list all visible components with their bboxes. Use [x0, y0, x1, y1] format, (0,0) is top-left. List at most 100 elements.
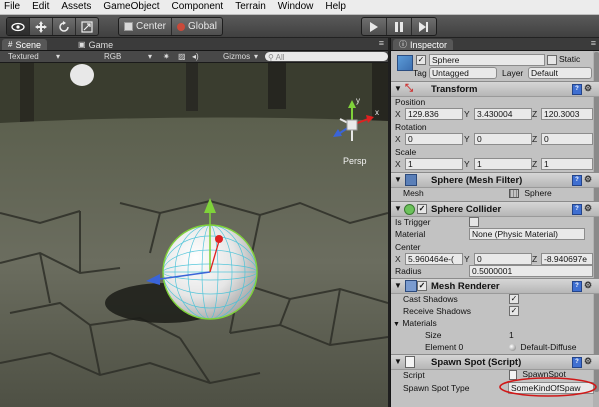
gear-icon[interactable]: ⚙ [584, 203, 592, 214]
mesh-value-field[interactable]: Sphere [509, 188, 552, 199]
physic-material-field[interactable]: None (Physic Material) [469, 228, 585, 240]
transform-tools [6, 17, 99, 36]
script-label: Script [403, 370, 425, 380]
transform-title: Transform [431, 84, 478, 95]
object-active-checkbox[interactable]: ✓ [416, 55, 426, 65]
panel-menu-icon[interactable]: ≡ [591, 38, 596, 48]
color-mode-dropdown[interactable]: RGB [104, 51, 121, 62]
transform-header[interactable]: ▼ ⤡ Transform ? ⚙ [391, 81, 599, 97]
gear-icon[interactable]: ⚙ [584, 174, 592, 185]
static-checkbox[interactable] [547, 55, 557, 65]
materials-foldout[interactable]: ▼ Materials [393, 318, 437, 328]
material-sphere-icon [509, 344, 516, 352]
x-axis-handle[interactable] [215, 235, 223, 243]
collider-icon [404, 204, 415, 215]
position-y-field[interactable]: 3.430004 [474, 108, 532, 120]
gizmos-dropdown[interactable]: Gizmos [223, 51, 250, 62]
spawn-spot-type-label: Spawn Spot Type [403, 383, 470, 393]
hierarchy-search-input[interactable]: ⚲ All [265, 52, 388, 62]
rotation-z-field[interactable]: 0 [541, 133, 593, 145]
help-book-icon[interactable]: ? [572, 175, 582, 186]
foldout-arrow-icon: ▼ [394, 175, 402, 184]
center-y-field[interactable]: 0 [474, 253, 532, 265]
help-book-icon[interactable]: ? [572, 84, 582, 95]
play-button[interactable] [362, 18, 387, 35]
mesh-renderer-title: Mesh Renderer [431, 281, 500, 292]
rotate-tool-button[interactable] [53, 18, 76, 35]
object-name-field[interactable]: Sphere [429, 54, 545, 66]
layer-dropdown[interactable]: Default [528, 67, 592, 79]
space-global-toggle[interactable]: Global [172, 18, 222, 35]
spawn-spot-header[interactable]: ▼ Spawn Spot (Script) ? ⚙ [391, 354, 599, 370]
sphere-collider-header[interactable]: ▼ ✓ Sphere Collider ? ⚙ [391, 201, 599, 217]
search-icon: ⚲ [268, 53, 274, 62]
tag-dropdown[interactable]: Untagged [429, 67, 497, 79]
mesh-renderer-header[interactable]: ▼ ✓ Mesh Renderer ? ⚙ [391, 278, 599, 294]
is-trigger-checkbox[interactable] [469, 217, 479, 227]
step-icon [419, 21, 428, 32]
scene-viewport[interactable]: y x Persp [0, 63, 388, 407]
gear-icon[interactable]: ⚙ [584, 280, 592, 291]
scale-z-field[interactable]: 1 [541, 158, 593, 170]
inspector-scrollbar-thumb[interactable] [594, 52, 599, 392]
menu-component[interactable]: Component [166, 0, 230, 14]
foldout-arrow-icon: ▼ [394, 281, 402, 290]
audio-toggle-icon[interactable]: ◂) [192, 51, 199, 62]
inspector-tab-bar: ⓘ Inspector ≡ [391, 38, 599, 51]
projection-label[interactable]: Persp [343, 156, 367, 166]
rotation-x-field[interactable]: 0 [405, 133, 463, 145]
move-tool-button[interactable] [30, 18, 53, 35]
layer-label: Layer [502, 68, 524, 78]
menu-assets[interactable]: Assets [55, 0, 97, 14]
gear-icon[interactable]: ⚙ [584, 356, 592, 367]
pivot-center-toggle[interactable]: Center [119, 18, 173, 35]
help-book-icon[interactable]: ? [572, 357, 582, 368]
menu-edit[interactable]: Edit [26, 0, 55, 14]
tab-game[interactable]: ▣ Game [72, 39, 119, 50]
element0-field[interactable]: Default-Diffuse [509, 342, 576, 352]
scale-z-label: Z [532, 159, 538, 169]
position-z-field[interactable]: 120.3003 [541, 108, 593, 120]
scale-tool-button[interactable] [76, 18, 98, 35]
gear-icon[interactable]: ⚙ [584, 83, 592, 94]
lighting-toggle-icon[interactable]: ✷ [163, 51, 170, 62]
mesh-filter-header[interactable]: ▼ Sphere (Mesh Filter) ? ⚙ [391, 172, 599, 188]
tab-inspector[interactable]: ⓘ Inspector [393, 39, 454, 50]
layer-value: Default [531, 68, 558, 78]
help-book-icon[interactable]: ? [572, 281, 582, 292]
help-book-icon[interactable]: ? [572, 204, 582, 215]
scale-x-field[interactable]: 1 [405, 158, 463, 170]
cast-shadows-checkbox[interactable]: ✓ [509, 294, 519, 304]
position-x-field[interactable]: 129.836 [405, 108, 463, 120]
view-tool-button[interactable] [7, 18, 30, 35]
center-z-field[interactable]: -8.940697e [541, 253, 593, 265]
render-mode-dropdown[interactable]: Textured [8, 51, 39, 62]
pause-button[interactable] [387, 18, 412, 35]
rotation-label: Rotation [395, 122, 427, 132]
scale-y-field[interactable]: 1 [474, 158, 532, 170]
foldout-arrow-icon: ▼ [394, 357, 402, 366]
renderer-enabled-checkbox[interactable]: ✓ [417, 281, 427, 291]
render-mode-arrow-icon: ▾ [56, 52, 61, 61]
menu-window[interactable]: Window [272, 0, 320, 14]
menu-gameobject[interactable]: GameObject [97, 0, 165, 14]
tab-inspector-label: Inspector [410, 39, 448, 50]
panel-menu-icon[interactable]: ≡ [379, 38, 384, 48]
script-file-icon [405, 356, 415, 368]
mesh-value: Sphere [524, 188, 552, 198]
receive-shadows-checkbox[interactable]: ✓ [509, 306, 519, 316]
menu-terrain[interactable]: Terrain [229, 0, 272, 14]
rotation-y-field[interactable]: 0 [474, 133, 532, 145]
scale-label: Scale [395, 147, 417, 157]
image-toggle-icon[interactable]: ▨ [178, 51, 186, 62]
radius-field[interactable]: 0.5000001 [469, 265, 593, 277]
size-value[interactable]: 1 [509, 330, 514, 340]
tab-scene[interactable]: # Scene [2, 39, 47, 50]
step-button[interactable] [412, 18, 436, 35]
center-icon [124, 22, 133, 31]
menu-help[interactable]: Help [319, 0, 352, 14]
collider-enabled-checkbox[interactable]: ✓ [417, 204, 427, 214]
menu-file[interactable]: File [0, 0, 26, 14]
pivot-center-label: Center [136, 21, 167, 32]
center-x-field[interactable]: 5.960464e-( [405, 253, 463, 265]
